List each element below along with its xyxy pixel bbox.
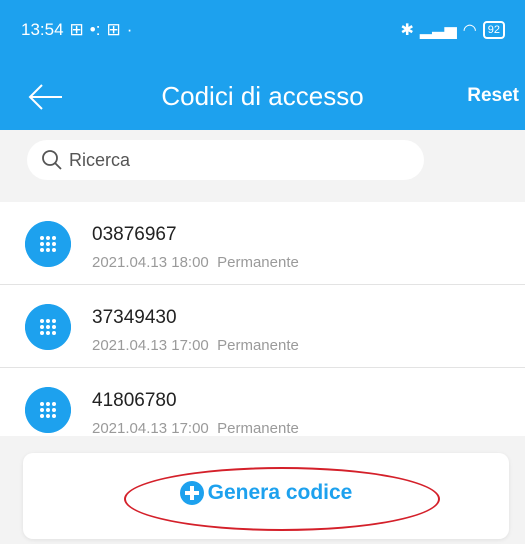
page-title: Codici di accesso bbox=[161, 81, 364, 111]
status-bar: 13:54 ⊞ •: ⊞ · ✱ ▂▃▅ ◠ 92 bbox=[0, 0, 525, 64]
cell-signal-icon: ▂▃▅ bbox=[419, 22, 457, 39]
grid-icon: ⊞ bbox=[106, 20, 121, 39]
keypad-icon bbox=[25, 387, 71, 433]
notification-icon: ⊞ bbox=[69, 20, 84, 39]
code-type: Permanente bbox=[217, 420, 299, 437]
reset-button[interactable]: Reset bbox=[467, 85, 519, 107]
code-meta: 2021.04.13 17:00 Permanente bbox=[92, 420, 299, 437]
code-date: 2021.04.13 18:00 bbox=[92, 254, 209, 271]
code-value: 03876967 bbox=[92, 224, 177, 245]
code-meta: 2021.04.13 18:00 Permanente bbox=[92, 254, 299, 271]
code-date: 2021.04.13 17:00 bbox=[92, 337, 209, 354]
code-row[interactable]: 41806780 2021.04.13 17:00 Permanente bbox=[0, 368, 525, 450]
status-left: 13:54 ⊞ •: ⊞ · bbox=[21, 20, 132, 40]
code-type: Permanente bbox=[217, 254, 299, 271]
dot-icon: · bbox=[126, 20, 133, 39]
code-meta: 2021.04.13 17:00 Permanente bbox=[92, 337, 299, 354]
plus-circle-icon bbox=[179, 481, 204, 505]
wifi-icon: ◠ bbox=[462, 22, 477, 39]
code-row[interactable]: 37349430 2021.04.13 17:00 Permanente bbox=[0, 285, 525, 368]
keypad-icon bbox=[25, 304, 71, 350]
battery-icon: 92 bbox=[482, 21, 505, 39]
keypad-icon bbox=[25, 221, 71, 267]
header: Codici di accesso Reset bbox=[0, 64, 525, 130]
bluetooth-icon: ✱ bbox=[400, 22, 414, 39]
generate-code-button[interactable]: Genera codice bbox=[23, 481, 509, 505]
signal-dots-icon: •: bbox=[89, 20, 101, 39]
search-bar[interactable] bbox=[27, 140, 424, 180]
generate-code-label: Genera codice bbox=[207, 481, 353, 504]
search-icon bbox=[42, 150, 62, 170]
code-type: Permanente bbox=[217, 337, 299, 354]
code-row[interactable]: 03876967 2021.04.13 18:00 Permanente bbox=[0, 202, 525, 285]
search-input[interactable] bbox=[67, 148, 401, 172]
bottom-action-card: Genera codice bbox=[23, 453, 509, 539]
code-value: 37349430 bbox=[92, 307, 177, 328]
code-value: 41806780 bbox=[92, 390, 177, 411]
status-time: 13:54 bbox=[21, 20, 64, 39]
code-date: 2021.04.13 17:00 bbox=[92, 420, 209, 437]
status-right: ✱ ▂▃▅ ◠ 92 bbox=[400, 20, 505, 40]
code-list: 03876967 2021.04.13 18:00 Permanente 373… bbox=[0, 202, 525, 437]
